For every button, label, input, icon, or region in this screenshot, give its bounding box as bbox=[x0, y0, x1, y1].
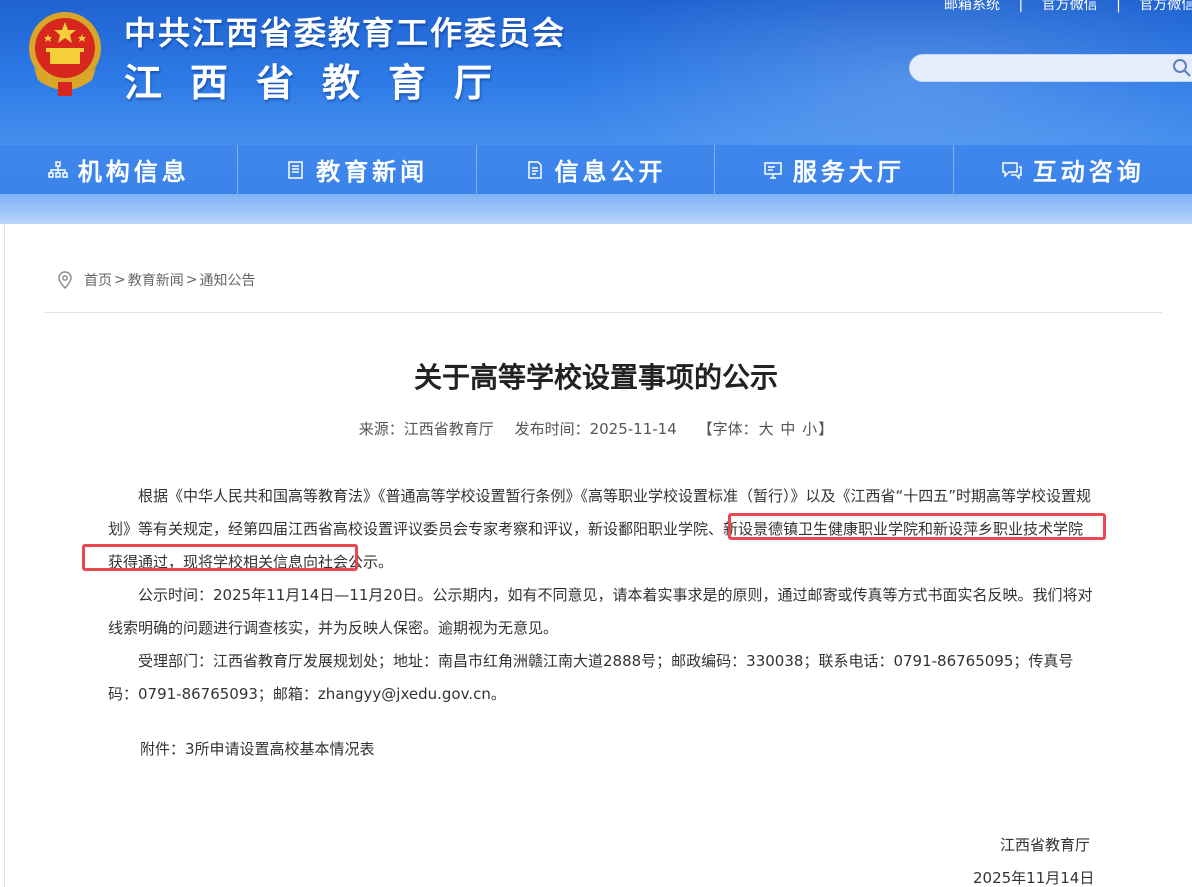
highlight-box bbox=[82, 544, 358, 571]
breadcrumb-home[interactable]: 首页 bbox=[84, 270, 112, 290]
nav-item-label: 服务大厅 bbox=[792, 158, 905, 186]
nav-item-label: 教育新闻 bbox=[316, 158, 429, 186]
article-title: 关于高等学校设置事项的公示 bbox=[413, 361, 778, 394]
attachment-link[interactable]: 3所申请设置高校基本情况表 bbox=[185, 740, 375, 758]
article-source: 来源：江西省教育厅 bbox=[358, 420, 494, 438]
attachment-label: 附件： bbox=[140, 740, 186, 758]
font-size-suffix: 】 bbox=[818, 420, 834, 438]
nav-item-info-public[interactable]: 信息公开 bbox=[477, 145, 716, 194]
nav-item-org-info[interactable]: 机构信息 bbox=[0, 145, 239, 194]
news-icon bbox=[288, 160, 303, 179]
font-size-small-button[interactable]: 小 bbox=[802, 420, 817, 438]
article-paragraph-3: 受理部门：江西省教育厅发展规划处；地址：南昌市红角洲赣江南大道2888号；邮政编… bbox=[108, 652, 1074, 703]
chat-icon bbox=[1002, 161, 1022, 180]
nav-item-edu-news[interactable]: 教育新闻 bbox=[238, 145, 477, 194]
link-separator: | bbox=[1018, 0, 1024, 13]
font-size-control: 【字体：大 中 小】 bbox=[698, 420, 834, 438]
signature-date: 2025年11月14日 bbox=[973, 869, 1095, 887]
breadcrumb-notices[interactable]: 通知公告 bbox=[199, 270, 255, 290]
font-size-prefix: 【字体： bbox=[697, 420, 758, 438]
site-title-line1: 中共江西省委教育工作委员会 bbox=[124, 14, 567, 52]
nav-item-label: 互动咨询 bbox=[1032, 158, 1145, 186]
link-separator: | bbox=[1116, 0, 1121, 13]
highlight-box bbox=[728, 513, 1106, 540]
national-emblem-icon bbox=[29, 12, 101, 96]
article-meta: 来源：江西省教育厅 发布时间：2025-11-14 【字体：大 中 小】 bbox=[0, 418, 1192, 439]
breadcrumb-edu-news[interactable]: 教育新闻 bbox=[128, 270, 184, 290]
breadcrumb-separator: > bbox=[185, 272, 198, 288]
article-date: 发布时间：2025-11-14 bbox=[514, 420, 677, 438]
top-links: 邮箱系统 | 官方微信 | 官方微信 bbox=[944, 0, 1192, 14]
breadcrumb-divider bbox=[44, 312, 1162, 313]
monitor-icon bbox=[764, 161, 782, 179]
official-weibo-link[interactable]: 官方微信 bbox=[1139, 0, 1192, 14]
nav-item-label: 信息公开 bbox=[554, 158, 667, 186]
document-icon bbox=[527, 160, 542, 179]
nav-item-consult[interactable]: 互动咨询 bbox=[954, 145, 1192, 194]
nav-item-label: 机构信息 bbox=[77, 158, 190, 186]
search-input[interactable] bbox=[909, 54, 1192, 82]
location-pin-icon bbox=[58, 271, 72, 289]
org-chart-icon bbox=[47, 160, 68, 178]
mail-system-link[interactable]: 邮箱系统 bbox=[944, 0, 1000, 14]
search-icon[interactable] bbox=[1172, 58, 1192, 78]
article-paragraph-2: 公示时间：2025年11月14日—11月20日。公示期内，如有不同意见，请本着实… bbox=[108, 586, 1093, 637]
main-nav: 机构信息 教育新闻 信息公开 服务大厅 互动咨询 bbox=[0, 145, 1192, 194]
nav-bottom-band bbox=[0, 194, 1192, 224]
site-title-line2: 江西省教育厅 bbox=[124, 61, 521, 105]
breadcrumb-separator: > bbox=[114, 272, 126, 288]
signature-organization: 江西省教育厅 bbox=[1000, 836, 1091, 854]
official-wechat-link[interactable]: 官方微信 bbox=[1042, 0, 1098, 14]
font-size-large-button[interactable]: 大 bbox=[759, 420, 774, 438]
attachment: 附件：3所申请设置高校基本情况表 bbox=[140, 738, 375, 759]
nav-item-service-hall[interactable]: 服务大厅 bbox=[715, 145, 954, 194]
breadcrumb: 首页 > 教育新闻 > 通知公告 bbox=[56, 270, 255, 290]
site-header: 中共江西省委教育工作委员会 江西省教育厅 邮箱系统 | 官方微信 | 官方微信 bbox=[0, 0, 1192, 145]
font-size-medium-button[interactable]: 中 bbox=[780, 420, 795, 438]
